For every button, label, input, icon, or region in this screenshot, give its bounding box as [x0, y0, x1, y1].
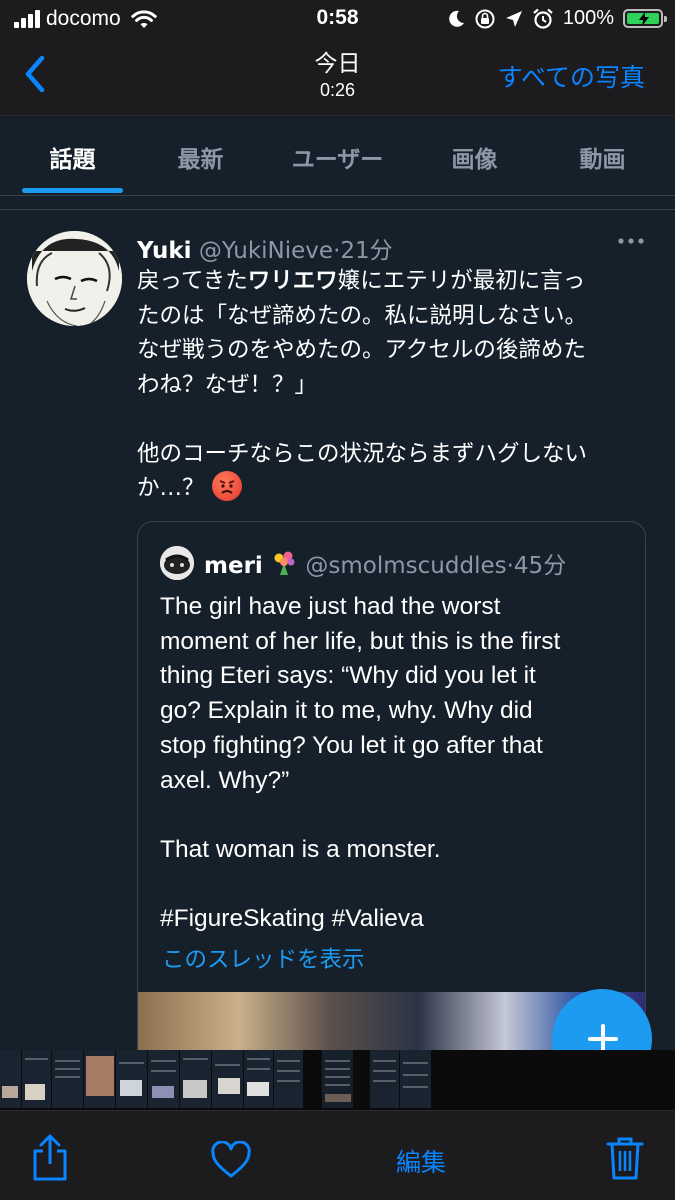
thumbnail[interactable] [22, 1050, 52, 1108]
tab-top[interactable]: 話題 [22, 140, 123, 174]
edit-button[interactable]: 編集 [396, 1143, 446, 1179]
angry-face-emoji [211, 471, 242, 501]
thumbnail[interactable] [84, 1050, 116, 1108]
favorite-button[interactable] [210, 1140, 252, 1183]
rotation-lock-icon [475, 9, 495, 28]
show-thread-link[interactable]: このスレッドを表示 [162, 942, 365, 974]
tweet-line: たのは「なぜ諦めたの。私に説明しなさい。 [137, 302, 588, 329]
back-button[interactable] [22, 54, 62, 98]
tweet-line: か…？ [137, 471, 657, 506]
quoted-tweet[interactable]: meri @smolmscuddles·45分 The girl have ju… [137, 521, 646, 1050]
tab-latest[interactable]: 最新 [150, 140, 251, 174]
tab-videos[interactable]: 動画 [552, 140, 653, 174]
thumbnail[interactable] [0, 1050, 22, 1108]
thumbnail-scrubber[interactable] [0, 1050, 675, 1110]
thumbnail[interactable] [212, 1050, 244, 1108]
battery-icon [623, 9, 667, 28]
status-bar: docomo 0:58 100% [0, 0, 675, 38]
quoted-tweet-header: meri @smolmscuddles·45分 [204, 546, 566, 580]
quote-line: moment of her life, but this is the firs… [160, 627, 561, 655]
photo-toolbar: 編集 [0, 1110, 675, 1200]
quote-line: The girl have just had the worst [160, 593, 501, 620]
thumbnail[interactable] [180, 1050, 212, 1108]
tweet-header: Yuki @YukiNieve·21分 [137, 238, 393, 264]
charging-bolt-icon [639, 12, 649, 26]
quote-line: go? Explain it to me, why. Why did [160, 697, 533, 725]
quoted-tweet-text: The girl have just had the worst moment … [160, 590, 640, 937]
all-photos-button[interactable]: すべての写真 [498, 58, 645, 94]
quoted-author-name[interactable]: meri [204, 553, 263, 579]
tab-people[interactable]: ユーザー [270, 140, 405, 174]
quoted-author-avatar[interactable] [160, 546, 194, 580]
quote-line: stop fighting? You let it go after that [160, 731, 543, 759]
sketch-portrait-image [27, 231, 122, 326]
thumbnail-current[interactable] [322, 1050, 354, 1108]
quoted-author-handle[interactable]: @smolmscuddles [305, 553, 506, 579]
thumbnail[interactable] [370, 1050, 400, 1108]
carrier-name: docomo [46, 7, 121, 30]
tweet-line: なぜ戦うのをやめたの。アクセルの後諦めた [137, 337, 586, 363]
tweet-time: 21分 [340, 238, 393, 264]
status-right: 100% [447, 7, 667, 30]
hashtags[interactable]: #FigureSkating #Valieva [160, 902, 640, 937]
share-button[interactable] [30, 1133, 70, 1187]
bouquet-emoji [274, 551, 295, 575]
heart-icon [211, 1140, 251, 1178]
author-handle[interactable]: @YukiNieve [199, 238, 333, 264]
more-options-icon[interactable] [617, 231, 645, 251]
share-icon [33, 1134, 67, 1181]
chevron-left-icon [25, 55, 45, 93]
location-arrow-icon [505, 10, 522, 27]
tab-photos[interactable]: 画像 [424, 140, 525, 174]
battery-percent: 100% [562, 7, 614, 29]
avatar[interactable] [27, 231, 122, 326]
author-name[interactable]: Yuki [137, 238, 192, 264]
wifi-icon [131, 10, 157, 28]
thumbnail[interactable] [116, 1050, 148, 1108]
delete-button[interactable] [605, 1135, 645, 1185]
moon-icon [449, 10, 464, 27]
quoted-tweet-time: 45分 [513, 553, 567, 579]
alarm-icon [533, 8, 553, 29]
divider [0, 196, 675, 210]
search-tabs: 話題 最新 ユーザー 画像 動画 [0, 116, 675, 196]
status-left: docomo [14, 7, 157, 31]
thumbnail[interactable] [148, 1050, 180, 1108]
active-tab-indicator [22, 188, 123, 193]
tweet-line: わね？なぜ！？」 [137, 371, 318, 398]
tweet-line: 他のコーチならこの状況ならまずハグしない [137, 440, 588, 467]
tweet-line: 戻ってきたワリエワ嬢にエテリが最初に言っ [137, 268, 586, 294]
thumbnail[interactable] [52, 1050, 84, 1108]
cellular-signal-icon [14, 10, 40, 28]
quote-line: thing Eteri says: “Why did you let it [160, 662, 536, 690]
thumbnail[interactable] [400, 1050, 432, 1108]
screenshot-photo[interactable]: 話題 最新 ユーザー 画像 動画 Yuki @YukiNieve·21分 戻って… [0, 116, 675, 1050]
tweet[interactable]: Yuki @YukiNieve·21分 戻ってきたワリエワ嬢にエテリが最初に言っ… [0, 211, 675, 1050]
thumbnail[interactable] [274, 1050, 304, 1108]
photos-nav-bar: 今日 0:26 すべての写真 [0, 38, 675, 116]
quote-line: axel. Why?” [160, 766, 290, 794]
thumbnail[interactable] [244, 1050, 274, 1108]
tweet-text: 戻ってきたワリエワ嬢にエテリが最初に言っ たのは「なぜ諦めたの。私に説明しなさい… [137, 264, 657, 506]
trash-icon [606, 1137, 644, 1180]
quote-line: That woman is a monster. [160, 835, 441, 863]
